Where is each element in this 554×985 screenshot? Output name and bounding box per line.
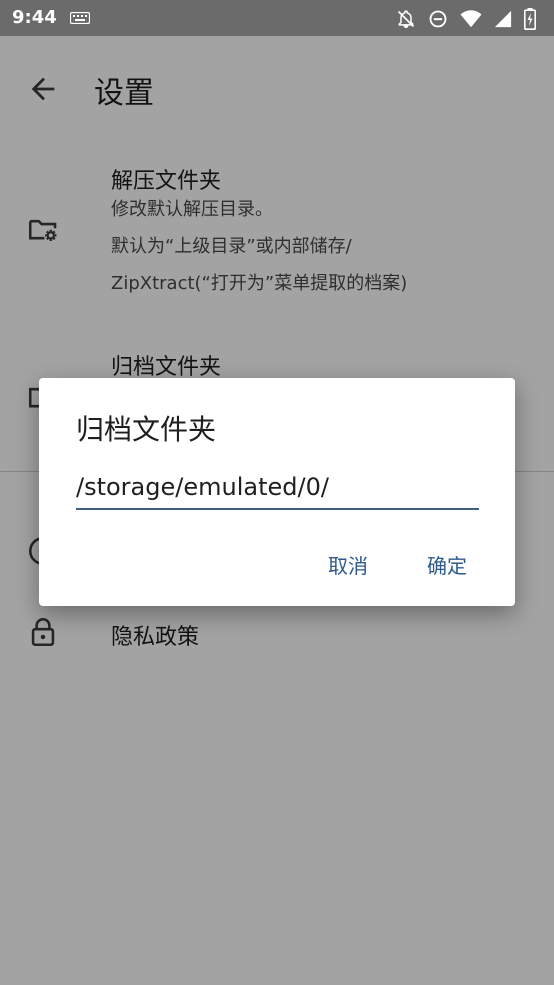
wifi-icon bbox=[460, 10, 482, 28]
signal-icon bbox=[494, 10, 512, 28]
dialog-title: 归档文件夹 bbox=[76, 413, 217, 446]
keyboard-icon bbox=[70, 12, 90, 24]
cancel-button[interactable]: 取消 bbox=[322, 546, 374, 583]
archive-folder-dialog: 归档文件夹 取消 确定 bbox=[39, 378, 515, 606]
status-bar: 9:44 bbox=[0, 0, 554, 36]
battery-icon bbox=[524, 8, 536, 30]
status-time: 9:44 bbox=[12, 7, 57, 28]
ok-button[interactable]: 确定 bbox=[421, 546, 473, 583]
folder-path-input[interactable] bbox=[76, 466, 479, 510]
notifications-off-icon bbox=[397, 10, 415, 29]
do-not-disturb-icon bbox=[429, 10, 447, 28]
status-icons bbox=[396, 8, 536, 30]
